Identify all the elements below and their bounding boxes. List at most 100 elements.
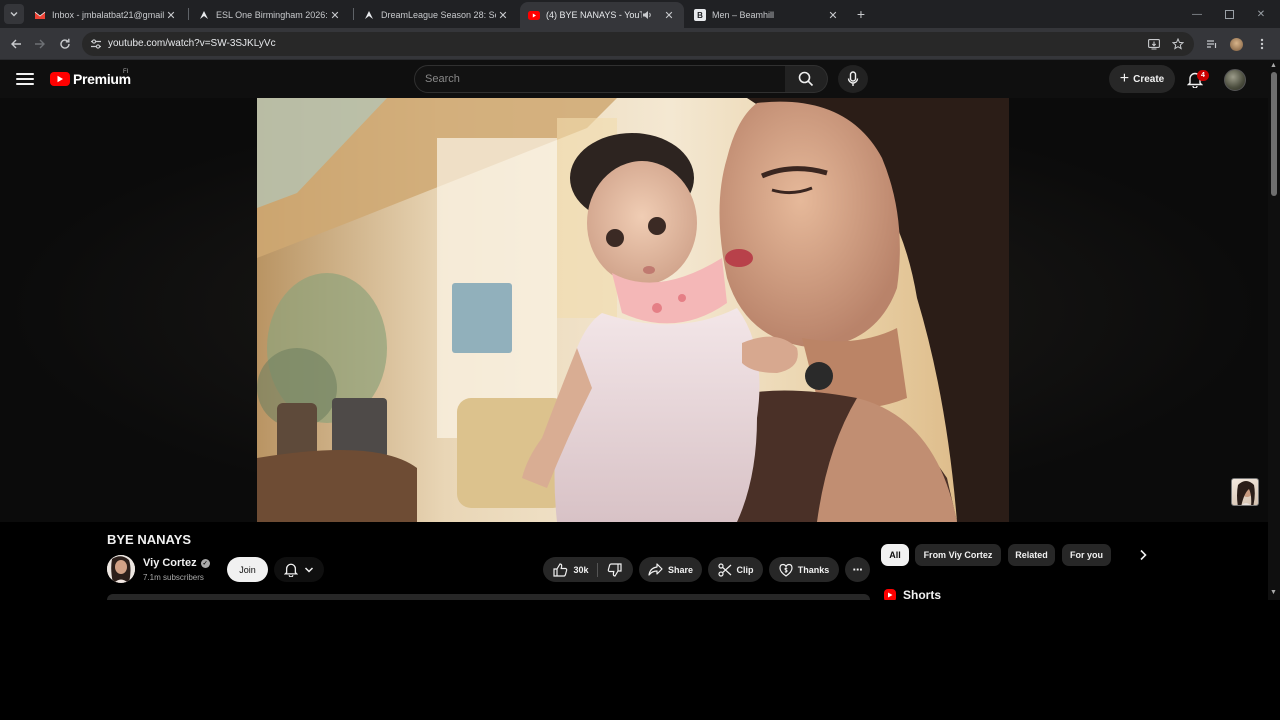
chip-all[interactable]: All	[881, 544, 909, 566]
browser-toolbar: youtube.com/watch?v=SW-3SJKLyVc	[0, 28, 1280, 60]
clip-button[interactable]: Clip	[708, 557, 763, 582]
microphone-icon	[847, 71, 859, 86]
scroll-down-arrow-icon[interactable]: ▼	[1270, 589, 1277, 596]
close-icon[interactable]: ✕	[164, 8, 178, 22]
bookmark-star-icon[interactable]	[1170, 36, 1186, 52]
more-horizontal-icon: ···	[852, 562, 864, 577]
search-button[interactable]	[785, 65, 828, 93]
tab-divider	[353, 8, 354, 20]
thanks-button[interactable]: Thanks	[769, 557, 839, 582]
reload-button[interactable]	[55, 34, 75, 54]
back-button[interactable]	[6, 34, 26, 54]
search-icon	[798, 71, 814, 87]
youtube-premium-logo[interactable]: Premium	[50, 71, 131, 87]
share-button[interactable]: Share	[639, 557, 702, 582]
media-control-button[interactable]	[1202, 34, 1222, 54]
share-icon	[648, 563, 663, 576]
close-icon[interactable]: ✕	[328, 8, 342, 22]
search-input[interactable]	[415, 66, 785, 92]
arrow-left-icon	[11, 39, 21, 49]
new-tab-button[interactable]: +	[853, 6, 869, 22]
forward-button[interactable]	[30, 34, 50, 54]
video-player[interactable]	[257, 98, 1009, 522]
scrollbar-thumb[interactable]	[1271, 72, 1277, 196]
share-label: Share	[667, 564, 693, 575]
liquipedia-icon	[198, 9, 210, 21]
address-bar[interactable]: youtube.com/watch?v=SW-3SJKLyVc	[82, 32, 1194, 56]
thumbs-down-icon	[607, 562, 622, 577]
video-player-area	[0, 98, 1268, 522]
speaker-icon[interactable]	[642, 10, 654, 20]
profile-button[interactable]	[1226, 34, 1246, 54]
clip-label: Clip	[736, 564, 754, 575]
channel-name-text: Viy Cortez	[143, 557, 197, 569]
thanks-label: Thanks	[797, 564, 830, 575]
youtube-header: Premium FI + Create	[0, 60, 1268, 98]
youtube-icon	[528, 9, 540, 21]
menu-icon[interactable]	[16, 70, 34, 88]
browser-tab-youtube[interactable]: (4) BYE NANAYS - YouTube ✕	[520, 2, 684, 28]
chips-next-button[interactable]	[1133, 545, 1153, 565]
page-scrollbar[interactable]: ▲ ▼	[1268, 60, 1280, 600]
channel-watermark-thumbnail[interactable]	[1231, 478, 1259, 506]
search-field[interactable]	[414, 65, 786, 93]
close-icon[interactable]: ✕	[496, 8, 510, 22]
browser-tab-gmail[interactable]: Inbox - jmbalatbat21@gmail.co ✕	[26, 2, 186, 28]
close-icon[interactable]: ✕	[662, 8, 676, 22]
verified-check-icon: ✓	[200, 558, 210, 568]
offscreen-black-area	[0, 600, 1280, 720]
site-settings-icon[interactable]	[88, 36, 104, 52]
youtube-play-icon	[50, 72, 70, 86]
scroll-up-arrow-icon[interactable]: ▲	[1270, 62, 1277, 69]
country-code: FI	[123, 69, 129, 75]
notification-count-badge: 4	[1197, 70, 1209, 81]
gmail-icon	[34, 9, 46, 21]
join-button[interactable]: Join	[227, 557, 268, 582]
minimize-icon[interactable]: —	[1189, 6, 1205, 22]
dislike-button[interactable]	[598, 557, 631, 582]
tab-title: DreamLeague Season 28: South	[381, 10, 496, 20]
tab-title: Men – Beamhill	[712, 10, 775, 20]
channel-name[interactable]: Viy Cortez ✓	[143, 557, 210, 569]
video-title: BYE NANAYS	[107, 532, 192, 547]
channel-avatar[interactable]	[107, 555, 135, 583]
profile-avatar-icon	[1229, 37, 1243, 51]
browser-tab-esl[interactable]: ESL One Birmingham 2026: Sou ✕	[190, 2, 350, 28]
window-close-icon[interactable]: ✕	[1253, 6, 1269, 22]
liquipedia-icon	[363, 9, 375, 21]
browser-tab-dreamleague[interactable]: DreamLeague Season 28: South ✕	[355, 2, 518, 28]
media-icon	[1207, 40, 1217, 48]
chevron-right-icon	[1140, 549, 1147, 561]
close-icon[interactable]: ✕	[826, 8, 840, 22]
account-avatar[interactable]	[1224, 69, 1246, 91]
arrow-right-icon	[35, 39, 45, 49]
thumbs-up-icon	[553, 562, 568, 577]
plus-icon: +	[1119, 70, 1130, 87]
tab-divider	[188, 8, 189, 20]
url-text: youtube.com/watch?v=SW-3SJKLyVc	[108, 38, 276, 49]
maximize-icon[interactable]	[1221, 6, 1237, 22]
chip-related[interactable]: Related	[1008, 544, 1055, 566]
create-label: Create	[1133, 73, 1165, 85]
chip-for-you[interactable]: For you	[1062, 544, 1111, 566]
voice-search-button[interactable]	[838, 65, 868, 93]
tab-title: Inbox - jmbalatbat21@gmail.co	[52, 10, 164, 20]
tab-title: ESL One Birmingham 2026: Sou	[216, 10, 328, 20]
like-count: 30k	[573, 564, 589, 575]
subscription-bell-button[interactable]	[274, 557, 324, 582]
tab-title: (4) BYE NANAYS - YouTube	[546, 10, 642, 20]
browser-tab-beamhill[interactable]: B Men – Beamhill ✕	[686, 2, 848, 28]
reload-icon	[60, 38, 70, 49]
more-actions-button[interactable]: ···	[845, 557, 870, 582]
watermark-image	[1237, 481, 1255, 505]
chip-from-channel[interactable]: From Viy Cortez	[915, 544, 1001, 566]
more-vertical-icon	[1260, 38, 1264, 50]
like-button[interactable]: 30k	[545, 557, 596, 582]
tab-search-button[interactable]	[4, 4, 24, 24]
create-button[interactable]: + Create	[1109, 65, 1175, 93]
chrome-menu-button[interactable]	[1252, 34, 1272, 54]
channel-avatar-image	[107, 555, 135, 583]
install-app-icon[interactable]	[1146, 36, 1162, 52]
bell-icon	[284, 563, 298, 577]
chevron-down-icon	[304, 566, 314, 573]
